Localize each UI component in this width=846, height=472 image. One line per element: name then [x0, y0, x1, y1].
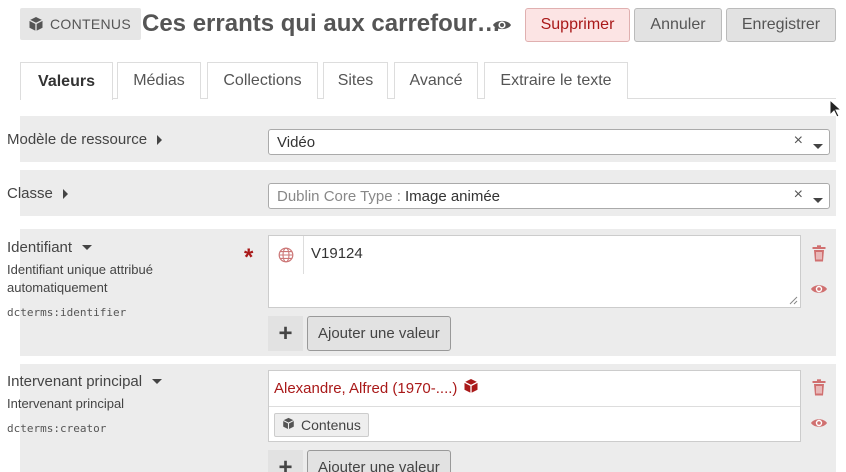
badge-label: CONTENUS — [50, 16, 131, 32]
tab-medias[interactable]: Médias — [117, 62, 201, 99]
cancel-button[interactable]: Annuler — [634, 8, 722, 42]
creator-term: dcterms:creator — [7, 422, 107, 435]
identifier-term: dcterms:identifier — [7, 306, 127, 319]
page-header: CONTENUS Ces errants qui aux carrefour… … — [0, 0, 846, 50]
required-marker: * — [244, 244, 254, 271]
delete-button[interactable]: Supprimer — [525, 8, 630, 42]
globe-icon[interactable] — [269, 236, 304, 274]
identifier-value-textarea[interactable]: V19124 — [268, 235, 801, 308]
eye-icon[interactable] — [810, 279, 828, 299]
caret-right-icon — [62, 188, 68, 199]
creator-description: Intervenant principal — [7, 396, 125, 411]
resource-type-badge: CONTENUS — [20, 8, 141, 40]
tab-sites[interactable]: Sites — [323, 62, 388, 99]
section-tabs: Valeurs Médias Collections Sites Avancé … — [20, 62, 836, 100]
resource-type-chip[interactable]: Contenus — [274, 413, 369, 437]
resize-handle-icon[interactable] — [789, 296, 798, 305]
chevron-down-icon — [813, 198, 823, 203]
class-vocabulary-prefix: Dublin Core Type : — [277, 187, 401, 205]
eye-icon[interactable] — [810, 413, 828, 433]
tab-avance[interactable]: Avancé — [394, 62, 478, 99]
eye-icon[interactable] — [491, 15, 513, 35]
tab-extraire-texte[interactable]: Extraire le texte — [484, 62, 628, 99]
identifier-description: Identifiant unique attribué automatiquem… — [7, 262, 153, 295]
trash-icon[interactable] — [810, 377, 828, 397]
tab-collections[interactable]: Collections — [207, 62, 318, 99]
chevron-down-icon — [813, 144, 823, 149]
creator-resource-link[interactable]: Alexandre, Alfred (1970-....) — [274, 378, 479, 398]
cube-icon — [28, 16, 44, 32]
trash-icon[interactable] — [810, 243, 828, 263]
caret-down-icon — [82, 245, 93, 250]
add-value-button[interactable]: Ajouter une valeur — [307, 316, 451, 351]
creator-label[interactable]: Intervenant principal — [7, 373, 163, 390]
page-title: Ces errants qui aux carrefour… — [142, 10, 501, 37]
clear-icon[interactable]: × — [794, 132, 803, 150]
class-select[interactable]: Dublin Core Type : Image animée × — [268, 183, 830, 209]
mouse-cursor-icon — [829, 99, 843, 118]
clear-icon[interactable]: × — [794, 186, 803, 204]
tab-valeurs[interactable]: Valeurs — [20, 62, 113, 100]
caret-right-icon — [157, 134, 163, 145]
caret-down-icon — [152, 379, 163, 384]
resource-template-label[interactable]: Modèle de ressource — [7, 131, 163, 148]
cube-icon — [282, 417, 295, 433]
save-button[interactable]: Enregistrer — [726, 8, 836, 42]
add-value-plus-button[interactable]: + — [268, 450, 303, 472]
class-label[interactable]: Classe — [7, 185, 68, 202]
identifier-value: V19124 — [311, 245, 363, 262]
resource-template-select[interactable]: Vidéo × — [268, 129, 830, 155]
cube-icon — [463, 378, 479, 398]
add-value-plus-button[interactable]: + — [268, 316, 303, 351]
identifier-label[interactable]: Identifiant — [7, 239, 93, 256]
add-value-button[interactable]: Ajouter une valeur — [307, 450, 451, 472]
